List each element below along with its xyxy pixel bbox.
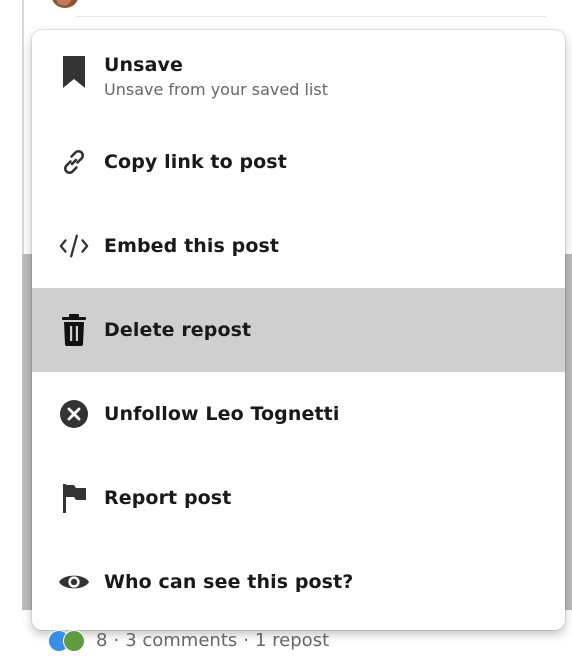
menu-item-title: Copy link to post xyxy=(104,151,287,173)
menu-item-report[interactable]: Report post xyxy=(32,456,565,540)
social-counts: 8 · 3 comments · 1 repost xyxy=(48,627,329,653)
menu-item-visibility[interactable]: Who can see this post? xyxy=(32,540,565,624)
menu-item-embed[interactable]: Embed this post xyxy=(32,204,565,288)
close-circle-icon xyxy=(58,398,90,430)
reaction-count[interactable]: 8 xyxy=(96,630,107,651)
menu-item-unfollow[interactable]: Unfollow Leo Tognetti xyxy=(32,372,565,456)
menu-item-title: Who can see this post? xyxy=(104,571,354,593)
eye-icon xyxy=(58,566,90,598)
trash-icon xyxy=(58,314,90,346)
separator: · xyxy=(243,629,249,651)
code-icon xyxy=(58,230,90,262)
menu-item-copy-link[interactable]: Copy link to post xyxy=(32,120,565,204)
flag-icon xyxy=(58,482,90,514)
menu-item-unsave[interactable]: Unsave Unsave from your saved list xyxy=(32,30,565,114)
separator: · xyxy=(113,629,120,651)
divider xyxy=(76,16,546,17)
menu-item-title: Unsave xyxy=(104,54,183,76)
bookmark-icon xyxy=(58,56,90,88)
post-options-menu: Unsave Unsave from your saved list Copy … xyxy=(32,30,565,630)
menu-item-title: Unfollow Leo Tognetti xyxy=(104,403,340,425)
reposts-count[interactable]: 1 repost xyxy=(255,630,329,651)
menu-item-title: Embed this post xyxy=(104,235,280,257)
menu-item-title: Delete repost xyxy=(104,319,252,341)
comments-count[interactable]: 3 comments xyxy=(125,630,237,651)
link-icon xyxy=(58,146,90,178)
celebrate-reaction-icon xyxy=(63,630,85,652)
reactions-icons[interactable] xyxy=(48,629,92,652)
menu-item-title: Report post xyxy=(104,487,232,509)
menu-item-delete-repost[interactable]: Delete repost xyxy=(32,288,565,372)
menu-item-subtitle: Unsave from your saved list xyxy=(104,80,328,99)
